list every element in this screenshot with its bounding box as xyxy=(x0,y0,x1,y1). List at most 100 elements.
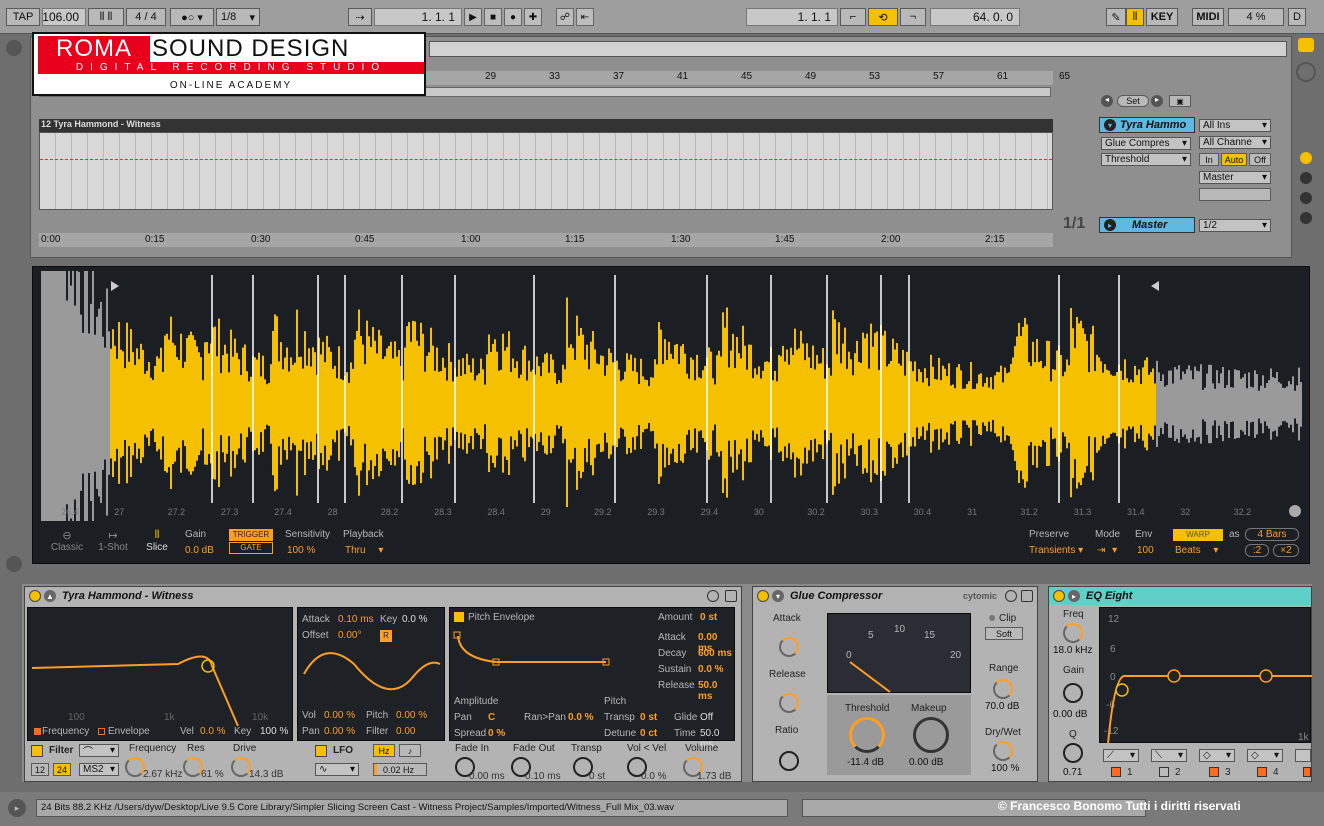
note-sync-button[interactable]: ♪ xyxy=(399,744,421,757)
arrangement-position[interactable]: 1. 1. 1 xyxy=(374,8,462,26)
soft-clip-button[interactable]: Soft xyxy=(985,627,1023,640)
automation-arm-icon[interactable]: ☍ xyxy=(556,8,574,26)
envelope-curve[interactable] xyxy=(450,626,650,696)
device-fold-icon[interactable]: ▸ xyxy=(1068,590,1080,602)
computer-midi-keyboard-icon[interactable]: ⦀ xyxy=(1126,8,1144,26)
slope-24-button[interactable]: 24 xyxy=(53,763,71,776)
hz-button[interactable]: Hz xyxy=(373,744,395,757)
overdub-icon[interactable]: ✚ xyxy=(524,8,542,26)
lfo-display[interactable]: Attack 0.10 ms Key 0.0 % Offset 0.00° R … xyxy=(297,607,445,741)
drive-value[interactable]: 14.3 dB xyxy=(249,769,283,780)
attack-knob[interactable] xyxy=(779,637,799,657)
device-fold-icon[interactable]: ▲ xyxy=(44,590,56,602)
device-on-icon[interactable] xyxy=(1053,590,1065,602)
left-collapse-icon[interactable] xyxy=(6,40,22,56)
zoom-icon[interactable] xyxy=(1289,505,1301,517)
filter-display[interactable]: 100 1k 10k Frequency Envelope Vel 0.0 % … xyxy=(27,607,293,741)
eq-gain-knob[interactable] xyxy=(1063,683,1083,703)
ratio-knob[interactable] xyxy=(779,751,799,771)
save-preset-icon[interactable] xyxy=(725,590,737,602)
clip-header[interactable]: 12 Tyra Hammond - Witness xyxy=(39,119,1053,132)
track-activator-icon[interactable]: ▸ xyxy=(1104,219,1116,231)
lfo-attack-value[interactable]: 0.10 ms xyxy=(338,614,374,625)
monitor-in-button[interactable]: In xyxy=(1199,153,1219,166)
freq-knob[interactable] xyxy=(125,757,145,777)
waveform[interactable] xyxy=(41,271,1303,521)
loop-mode-select[interactable]: ⇥ ▾ xyxy=(1097,545,1117,556)
clip-body[interactable] xyxy=(39,132,1053,210)
makeup-knob[interactable] xyxy=(913,717,949,753)
double-button[interactable]: ×2 xyxy=(1273,544,1299,557)
band-filter-select-2[interactable]: ⟍ ▾ xyxy=(1151,749,1187,762)
drywet-value[interactable]: 100 % xyxy=(991,763,1019,774)
trigger-button[interactable]: TRIGGER xyxy=(229,529,273,541)
master-track-header[interactable]: ▸ Master xyxy=(1099,217,1195,233)
ranpan-value[interactable]: 0.0 % xyxy=(568,712,594,723)
band-toggle-4[interactable] xyxy=(1257,767,1267,777)
warp-button[interactable]: WARP xyxy=(1173,529,1223,541)
vel-value[interactable]: 0.0 % xyxy=(200,726,226,737)
release-knob[interactable] xyxy=(779,693,799,713)
automation-param-select[interactable]: Threshold ▾ xyxy=(1101,153,1191,166)
mixer-toggle-icon[interactable] xyxy=(1300,192,1312,204)
drive-knob[interactable] xyxy=(231,757,251,777)
input-channel-select[interactable]: All Channe ▾ xyxy=(1199,136,1271,149)
master-output-select[interactable]: 1/2 ▾ xyxy=(1199,219,1271,232)
retrigger-button[interactable]: R xyxy=(380,630,392,642)
pan2-value[interactable]: C xyxy=(488,712,495,723)
browser-toggle-icon[interactable] xyxy=(1298,38,1314,52)
slice-length-field[interactable]: 4 Bars xyxy=(1245,528,1299,541)
range-value[interactable]: 70.0 dB xyxy=(985,701,1019,712)
stop-icon[interactable]: ■ xyxy=(484,8,502,26)
volvel-value[interactable]: 0.0 % xyxy=(641,771,667,782)
threshold-value[interactable]: -11.4 dB xyxy=(847,757,884,768)
gate-button[interactable]: GATE xyxy=(229,542,273,554)
band-toggle-2[interactable] xyxy=(1159,767,1169,777)
eq-freq-value[interactable]: 18.0 kHz xyxy=(1053,645,1092,656)
playback-select[interactable]: Thru ▾ xyxy=(345,545,391,556)
pan-value[interactable]: 0.00 % xyxy=(324,726,355,737)
set-back-icon[interactable]: ◂ xyxy=(1101,95,1113,107)
transp-value[interactable]: 0 st xyxy=(640,712,657,723)
scroll-knob-icon[interactable] xyxy=(1296,62,1316,82)
time-ruler[interactable]: 0:00 0:15 0:30 0:45 1:00 1:15 1:30 1:45 … xyxy=(39,233,1053,247)
band-filter-select-5[interactable] xyxy=(1295,749,1311,762)
tap-button[interactable]: TAP xyxy=(6,8,40,26)
automation-line[interactable] xyxy=(40,159,1052,160)
hot-swap-icon[interactable] xyxy=(1005,590,1017,602)
range-knob[interactable] xyxy=(993,679,1013,699)
lfo-shape-select[interactable]: ∿ ▾ xyxy=(315,763,359,776)
sustain-value[interactable]: 0.0 % xyxy=(698,664,724,675)
tempo-field[interactable]: 106.00 xyxy=(42,8,86,26)
transp2-value[interactable]: 0 st xyxy=(589,771,605,782)
detune-value[interactable]: 0 ct xyxy=(640,728,657,739)
preserve-select[interactable]: Transients ▾ xyxy=(1029,545,1083,556)
band-toggle-5[interactable] xyxy=(1303,767,1311,777)
lfo-toggle[interactable] xyxy=(315,745,327,757)
eq-freq-knob[interactable] xyxy=(1063,623,1083,643)
in-out-toggle-icon[interactable] xyxy=(1300,152,1312,164)
nudge-icon[interactable]: ⦀ ⦀ xyxy=(88,8,124,26)
input-type-select[interactable]: All Ins ▾ xyxy=(1199,119,1271,132)
output-select[interactable]: Master ▾ xyxy=(1199,171,1271,184)
play-icon[interactable]: ▶ xyxy=(464,8,482,26)
lfo-filter-value[interactable]: 0.00 xyxy=(396,726,415,737)
monitor-off-button[interactable]: Off xyxy=(1249,153,1271,166)
set-forward-icon[interactable]: ▸ xyxy=(1151,95,1163,107)
crossfade-toggle-icon[interactable] xyxy=(1300,212,1312,224)
filter-curve[interactable] xyxy=(28,608,294,728)
threshold-knob[interactable] xyxy=(849,717,885,753)
env-value[interactable]: 100 xyxy=(1137,545,1154,556)
band-toggle-3[interactable] xyxy=(1209,767,1219,777)
set-locator-button[interactable]: Set xyxy=(1117,95,1149,107)
automation-device-select[interactable]: Glue Compres ▾ xyxy=(1101,137,1191,150)
back-to-arrangement-icon[interactable]: ⇤ xyxy=(576,8,594,26)
res-knob[interactable] xyxy=(183,757,203,777)
freq-value[interactable]: 2.67 kHz xyxy=(143,769,182,780)
filter-type-select[interactable]: ⌒ ▾ xyxy=(79,744,119,758)
draw-mode-icon[interactable]: ✎ xyxy=(1106,8,1126,26)
pitch-env-toggle[interactable] xyxy=(454,612,464,622)
eq-curve[interactable] xyxy=(1100,608,1312,744)
eq-q-knob[interactable] xyxy=(1063,743,1083,763)
loop-length[interactable]: 64. 0. 0 xyxy=(930,8,1020,26)
